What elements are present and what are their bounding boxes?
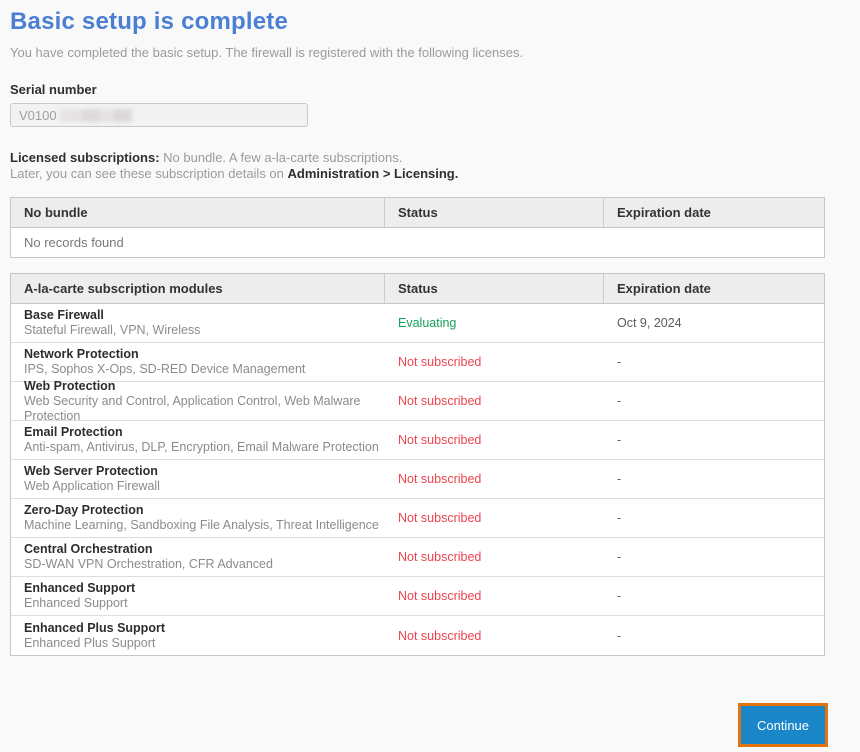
subscription-module-row: Web Server Protection Web Application Fi… [11, 460, 824, 499]
subscription-module-row: Web Protection Web Security and Control,… [11, 382, 824, 421]
alacarte-table-body: Base Firewall Stateful Firewall, VPN, Wi… [11, 304, 824, 655]
expiration-date: - [617, 589, 621, 603]
alacarte-table-header-modules: A-la-carte subscription modules [11, 274, 385, 303]
status-text: Not subscribed [398, 589, 481, 603]
serial-number-redacted-blur [60, 109, 132, 122]
status-text: Not subscribed [398, 629, 481, 643]
subscription-module-row: Central Orchestration SD-WAN VPN Orchest… [11, 538, 824, 577]
serial-number-label: Serial number [10, 82, 825, 97]
module-name: Email Protection [24, 425, 385, 440]
page-subtitle: You have completed the basic setup. The … [10, 45, 825, 60]
module-description: Machine Learning, Sandboxing File Analys… [24, 518, 385, 533]
licensing-path-text: Administration > Licensing. [288, 166, 459, 181]
page-title: Basic setup is complete [10, 8, 825, 36]
expiration-date: - [617, 355, 621, 369]
licensed-subscriptions-line2: Later, you can see these subscription de… [10, 166, 825, 182]
subscription-module-row: Zero-Day Protection Machine Learning, Sa… [11, 499, 824, 538]
module-name: Base Firewall [24, 308, 385, 323]
subscription-module-row: Base Firewall Stateful Firewall, VPN, Wi… [11, 304, 824, 343]
licensed-subscriptions-label: Licensed subscriptions: [10, 150, 160, 165]
bundle-table-empty-row: No records found [11, 228, 824, 257]
module-name: Enhanced Plus Support [24, 621, 385, 636]
subscription-module-row: Enhanced Support Enhanced Support Not su… [11, 577, 824, 616]
module-description: Stateful Firewall, VPN, Wireless [24, 323, 385, 338]
bundle-table-header-name: No bundle [11, 198, 385, 227]
alacarte-table: A-la-carte subscription modules Status E… [10, 273, 825, 656]
expiration-date: - [617, 550, 621, 564]
module-description: Enhanced Plus Support [24, 636, 385, 651]
licensed-subscriptions-summary: No bundle. A few a-la-carte subscription… [160, 150, 403, 165]
serial-number-input[interactable]: V0100 [10, 103, 308, 127]
status-text: Not subscribed [398, 433, 481, 447]
expiration-date: Oct 9, 2024 [617, 316, 682, 330]
alacarte-table-header-expiration: Expiration date [604, 274, 824, 303]
subscription-module-row: Email Protection Anti-spam, Antivirus, D… [11, 421, 824, 460]
expiration-date: - [617, 394, 621, 408]
expiration-date: - [617, 472, 621, 486]
status-text: Evaluating [398, 316, 456, 330]
module-description: Enhanced Support [24, 596, 385, 611]
module-name: Central Orchestration [24, 542, 385, 557]
expiration-date: - [617, 629, 621, 643]
continue-button-highlight: Continue [738, 703, 828, 747]
module-description: Web Application Firewall [24, 479, 385, 494]
continue-button[interactable]: Continue [741, 706, 825, 744]
alacarte-table-header-status: Status [385, 274, 604, 303]
status-text: Not subscribed [398, 355, 481, 369]
bundle-table-header-expiration: Expiration date [604, 198, 824, 227]
module-name: Web Protection [24, 379, 385, 394]
expiration-date: - [617, 511, 621, 525]
status-text: Not subscribed [398, 394, 481, 408]
status-text: Not subscribed [398, 550, 481, 564]
module-description: Anti-spam, Antivirus, DLP, Encryption, E… [24, 440, 385, 455]
status-text: Not subscribed [398, 511, 481, 525]
bundle-table: No bundle Status Expiration date No reco… [10, 197, 825, 258]
bundle-table-header: No bundle Status Expiration date [11, 198, 824, 228]
subscription-module-row: Enhanced Plus Support Enhanced Plus Supp… [11, 616, 824, 655]
expiration-date: - [617, 433, 621, 447]
status-text: Not subscribed [398, 472, 481, 486]
licensed-subscriptions-text: Licensed subscriptions: No bundle. A few… [10, 150, 825, 182]
alacarte-table-header: A-la-carte subscription modules Status E… [11, 274, 824, 304]
module-name: Zero-Day Protection [24, 503, 385, 518]
module-description: IPS, Sophos X-Ops, SD-RED Device Managem… [24, 362, 385, 377]
module-name: Network Protection [24, 347, 385, 362]
module-description: SD-WAN VPN Orchestration, CFR Advanced [24, 557, 385, 572]
serial-number-value: V0100 [19, 108, 57, 123]
subscription-module-row: Network Protection IPS, Sophos X-Ops, SD… [11, 343, 824, 382]
module-name: Enhanced Support [24, 581, 385, 596]
module-name: Web Server Protection [24, 464, 385, 479]
setup-complete-page: Basic setup is complete You have complet… [0, 0, 825, 656]
module-description: Web Security and Control, Application Co… [24, 394, 385, 424]
bundle-table-header-status: Status [385, 198, 604, 227]
licensing-hint-text: Later, you can see these subscription de… [10, 166, 288, 181]
licensed-subscriptions-line1: Licensed subscriptions: No bundle. A few… [10, 150, 825, 166]
